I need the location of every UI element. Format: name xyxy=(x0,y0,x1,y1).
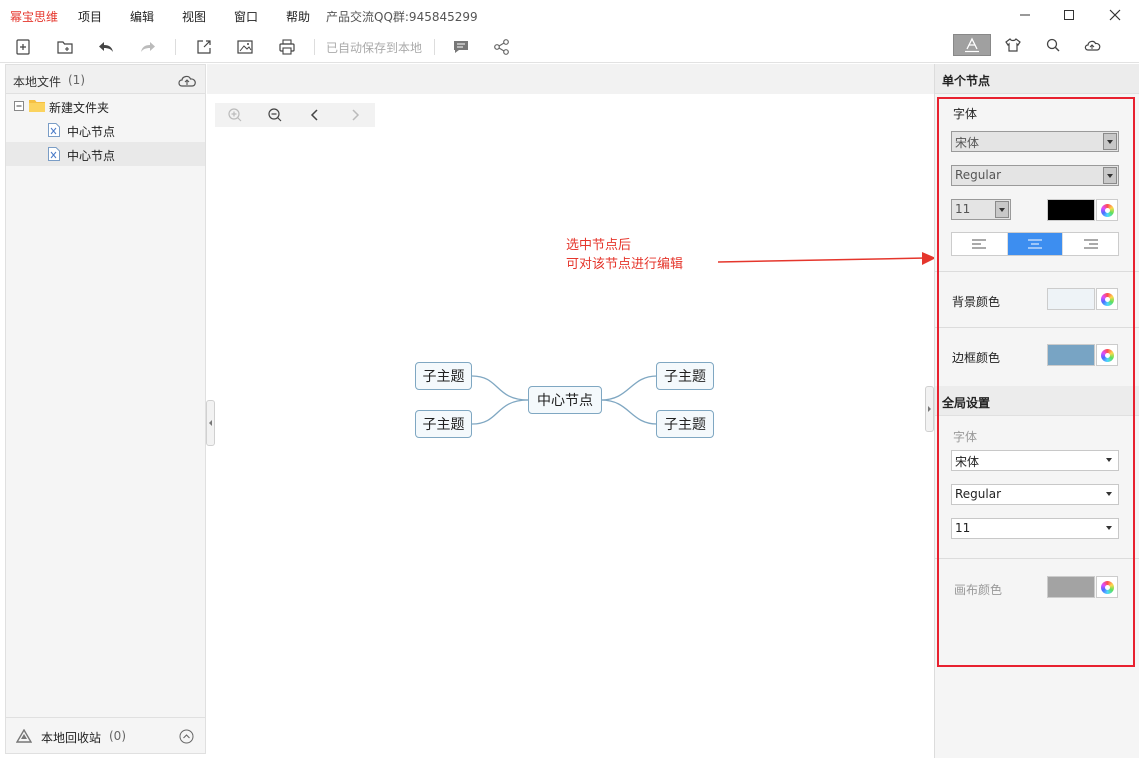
annotation-line: 选中节点后 xyxy=(566,238,632,253)
global-settings-section-title: 全局设置 xyxy=(935,386,1139,416)
global-font-size-value: 11 xyxy=(955,521,971,535)
left-subtopic-node[interactable]: 子主题 xyxy=(415,410,472,438)
border-color-label: 边框颜色 xyxy=(952,351,1001,365)
border-color-picker-button[interactable] xyxy=(1096,344,1118,366)
align-left-button[interactable] xyxy=(952,233,1008,255)
section-divider xyxy=(935,558,1139,559)
single-node-section-title: 单个节点 xyxy=(935,64,1139,94)
dropdown-arrow-icon xyxy=(1103,520,1117,537)
global-font-style-value: Regular xyxy=(955,487,1002,501)
bg-color-label: 背景颜色 xyxy=(952,295,1001,309)
border-color-swatch[interactable] xyxy=(1047,344,1095,366)
center-node[interactable]: 中心节点 xyxy=(528,386,602,414)
bg-color-picker-button[interactable] xyxy=(1096,288,1118,310)
font-label: 字体 xyxy=(953,107,978,121)
font-size-select[interactable]: 11 xyxy=(951,199,1011,220)
align-left-icon xyxy=(972,239,987,249)
text-align-group xyxy=(951,232,1119,256)
right-subtopic-node[interactable]: 子主题 xyxy=(656,410,714,438)
dropdown-arrow-icon xyxy=(1103,452,1117,469)
color-wheel-icon xyxy=(1100,348,1114,362)
section-divider xyxy=(935,327,1139,328)
font-color-swatch[interactable] xyxy=(1047,199,1095,221)
section-divider xyxy=(935,271,1139,272)
dropdown-arrow-icon xyxy=(995,201,1009,218)
dropdown-arrow-icon xyxy=(1103,167,1117,184)
global-font-label: 字体 xyxy=(953,430,978,444)
color-wheel-icon xyxy=(1100,203,1114,217)
font-style-select[interactable]: Regular xyxy=(951,165,1119,186)
canvas-color-label: 画布颜色 xyxy=(954,583,1003,597)
canvas-color-swatch[interactable] xyxy=(1047,576,1095,598)
font-style-value: Regular xyxy=(955,168,1002,182)
font-family-value: 宋体 xyxy=(955,136,980,150)
global-font-size-select[interactable]: 11 xyxy=(951,518,1119,539)
global-font-style-select[interactable]: Regular xyxy=(951,484,1119,505)
right-subtopic-node[interactable]: 子主题 xyxy=(656,362,714,390)
canvas-color-picker-button[interactable] xyxy=(1096,576,1118,598)
annotation-line: 可对该节点进行编辑 xyxy=(566,257,684,272)
global-font-family-value: 宋体 xyxy=(955,455,980,469)
align-right-icon xyxy=(1083,239,1098,249)
left-subtopic-node[interactable]: 子主题 xyxy=(415,362,472,390)
global-font-family-select[interactable]: 宋体 xyxy=(951,450,1119,471)
font-color-picker-button[interactable] xyxy=(1096,199,1118,221)
dropdown-arrow-icon xyxy=(1103,486,1117,503)
align-center-icon xyxy=(1028,239,1042,249)
color-wheel-icon xyxy=(1100,292,1114,306)
bg-color-swatch[interactable] xyxy=(1047,288,1095,310)
align-center-button[interactable] xyxy=(1007,233,1064,255)
annotation-arrow-line xyxy=(717,257,927,263)
align-right-button[interactable] xyxy=(1063,233,1118,255)
font-size-value: 11 xyxy=(955,202,971,216)
dropdown-arrow-icon xyxy=(1103,133,1117,150)
annotation-text: 选中节点后 可对该节点进行编辑 xyxy=(566,236,683,274)
properties-panel: 单个节点 字体 宋体 Regular 11 背景颜色 边框颜色 全局设置 字体 … xyxy=(934,64,1139,758)
font-family-select[interactable]: 宋体 xyxy=(951,131,1119,152)
color-wheel-icon xyxy=(1100,580,1114,594)
